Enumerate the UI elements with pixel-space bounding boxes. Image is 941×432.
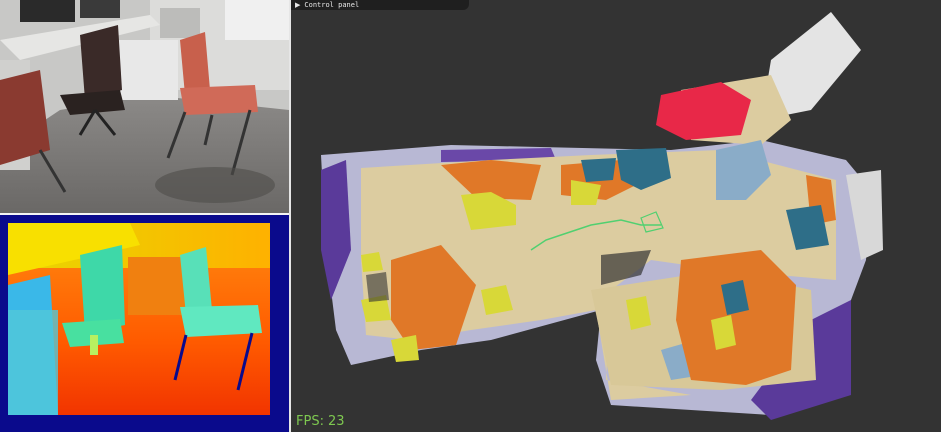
triangle-right-icon[interactable]: ▶ (295, 0, 300, 10)
rgb-camera-view (0, 0, 289, 213)
fps-value: 23 (327, 414, 345, 429)
control-panel-header[interactable]: ▶ Control panel (291, 0, 469, 10)
fps-label: FPS: (296, 414, 324, 429)
semantic-map-render (321, 12, 883, 420)
depth-camera-view (0, 215, 289, 432)
fps-readout: FPS: 23 (296, 414, 345, 429)
camera-feeds-panel (0, 0, 289, 432)
reconstruction-viewport[interactable] (291, 0, 941, 432)
control-panel-title[interactable]: Control panel (304, 0, 359, 10)
